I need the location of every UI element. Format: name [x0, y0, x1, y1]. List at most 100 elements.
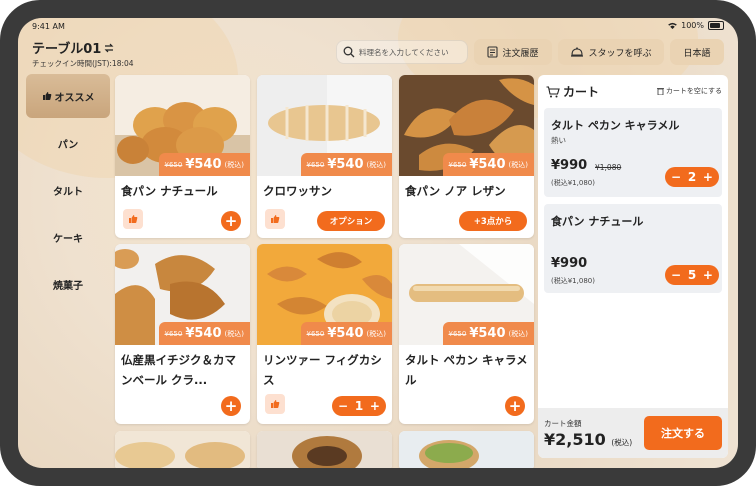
options-button[interactable]: オプション [317, 211, 385, 231]
table-name: テーブル01 [32, 42, 102, 57]
product-card[interactable] [399, 431, 534, 468]
price: ¥540 [469, 326, 506, 341]
product-card[interactable]: ¥650 ¥540 (税込) タルト ペカン キャラメル + [399, 244, 534, 424]
cart-item-option: 熱い [551, 136, 566, 145]
cart-total-tax: (税込) [611, 438, 633, 447]
product-card[interactable]: ¥650 ¥540 (税込) 食パン ナチュール + [115, 75, 250, 238]
product-name: 食パン ノア レザン [405, 184, 506, 198]
old-price: ¥650 [306, 329, 325, 338]
add-to-cart-button[interactable]: + [221, 211, 241, 231]
product-card[interactable]: ¥650 ¥540 (税込) クロワッサン オプション [257, 75, 392, 238]
cart-title-label: カート [563, 85, 600, 99]
category-sidebar: オススメ パン タルト ケーキ 焼菓子 [26, 74, 110, 454]
wifi-icon [668, 22, 677, 29]
battery-icon [708, 21, 724, 30]
sidebar-item-recommended[interactable]: オススメ [26, 74, 110, 118]
decrement-button[interactable]: − [671, 170, 681, 184]
language-button[interactable]: 日本語 [670, 39, 724, 65]
status-bar: 9:41 AM 100% [18, 18, 738, 34]
quantity-stepper[interactable]: − 1 + [332, 396, 386, 416]
product-card[interactable]: ¥650 ¥540 (税込) 仏産黒イチジク＆カマンベール クラ... + [115, 244, 250, 424]
cart-item-name: 食パン ナチュール [551, 215, 644, 228]
cart-item-name: タルト ペカン キャラメル [551, 119, 680, 132]
increment-button[interactable]: + [370, 399, 380, 413]
product-name: 食パン ナチュール [121, 184, 218, 198]
price: ¥540 [185, 326, 222, 341]
product-name: タルト ペカン キャラメル [405, 353, 528, 387]
cart-total: ¥2,510 (税込) [544, 430, 632, 449]
sidebar-item-label: ケーキ [53, 233, 83, 245]
decrement-button[interactable]: − [671, 268, 681, 282]
thumbs-up-icon [129, 215, 138, 223]
add-to-cart-button[interactable]: + [505, 396, 525, 416]
product-card[interactable] [257, 431, 392, 468]
sidebar-item-label: タルト [53, 186, 83, 198]
quantity-stepper[interactable]: − 2 + [665, 167, 719, 187]
price: ¥540 [327, 326, 364, 341]
cart-panel: カート カートを空にする タルト ペカン キャラメル 熱い ¥990 ¥1,08… [538, 75, 728, 458]
increment-button[interactable]: + [703, 170, 713, 184]
receipt-icon [487, 46, 499, 58]
product-name: 仏産黒イチジク＆カマンベール クラ... [121, 353, 236, 387]
like-button[interactable] [265, 209, 285, 229]
place-order-button[interactable]: 注文する [644, 416, 722, 450]
quantity-value: 2 [687, 170, 697, 184]
order-history-label: 注文履歴 [502, 48, 539, 59]
checkin-time: チェックイン時間(JST):18:04 [32, 59, 134, 68]
product-card[interactable]: ¥650 ¥540 (税込) リンツァー フィグカシス − 1 + [257, 244, 392, 424]
cart-icon [546, 85, 560, 97]
cart-item-price: ¥990 [551, 256, 588, 271]
product-card[interactable] [115, 431, 250, 468]
quantity-stepper[interactable]: − 5 + [665, 265, 719, 285]
decrement-button[interactable]: − [338, 399, 348, 413]
status-time: 9:41 AM [32, 22, 65, 31]
like-button[interactable] [265, 394, 285, 414]
price-tag: ¥650 ¥540 (税込) [442, 153, 534, 176]
cart-item-tax-price: (税込¥1,080) [551, 277, 595, 285]
sidebar-item-bread[interactable]: パン [26, 121, 110, 165]
cart-item-price: ¥990 [551, 158, 588, 173]
add-to-cart-button[interactable]: + [221, 396, 241, 416]
screen: 9:41 AM 100% テーブル01 チェックイン時間(JST):18:04 … [18, 18, 738, 468]
sidebar-item-label: 焼菓子 [53, 280, 83, 292]
price-tag: ¥650 ¥540 (税込) [300, 322, 392, 345]
battery-level: 100% [681, 21, 704, 30]
swap-icon [104, 43, 114, 52]
cart-title: カート [546, 83, 599, 100]
sidebar-item-tart[interactable]: タルト [26, 168, 110, 212]
cart-item-old-price: ¥1,080 [595, 163, 622, 172]
thumbs-up-icon [271, 215, 280, 223]
tablet-frame: 9:41 AM 100% テーブル01 チェックイン時間(JST):18:04 … [0, 0, 756, 486]
tax-label: (税込) [366, 329, 386, 338]
product-name: リンツァー フィグカシス [263, 353, 382, 387]
thumbs-up-icon [271, 400, 280, 408]
tax-label: (税込) [508, 329, 528, 338]
bell-icon [571, 46, 584, 57]
table-selector[interactable]: テーブル01 [32, 38, 114, 57]
search-icon [343, 46, 355, 58]
order-history-button[interactable]: 注文履歴 [474, 39, 552, 65]
increment-button[interactable]: + [703, 268, 713, 282]
trash-icon [656, 88, 664, 95]
like-button[interactable] [123, 209, 143, 229]
price-tag: ¥650 ¥540 (税込) [442, 322, 534, 345]
add-set-button[interactable]: +3点から [459, 211, 527, 231]
tax-label: (税込) [366, 160, 386, 169]
tax-label: (税込) [224, 160, 244, 169]
sidebar-item-cake[interactable]: ケーキ [26, 215, 110, 259]
cart-footer: カート金額 ¥2,510 (税込) 注文する [538, 408, 728, 458]
clear-cart-button[interactable]: カートを空にする [656, 86, 722, 96]
quantity-value: 5 [687, 268, 697, 282]
price: ¥540 [469, 157, 506, 172]
search-input[interactable]: 料理名を入力してください [336, 40, 468, 64]
thumbs-up-icon [42, 92, 51, 100]
call-staff-button[interactable]: スタッフを呼ぶ [558, 39, 664, 65]
old-price: ¥650 [448, 329, 467, 338]
old-price: ¥650 [164, 160, 183, 169]
old-price: ¥650 [448, 160, 467, 169]
search-placeholder: 料理名を入力してください [359, 47, 449, 57]
tax-label: (税込) [224, 329, 244, 338]
sidebar-item-baked-goods[interactable]: 焼菓子 [26, 262, 110, 306]
product-image [399, 431, 534, 468]
product-card[interactable]: ¥650 ¥540 (税込) 食パン ノア レザン +3点から [399, 75, 534, 238]
